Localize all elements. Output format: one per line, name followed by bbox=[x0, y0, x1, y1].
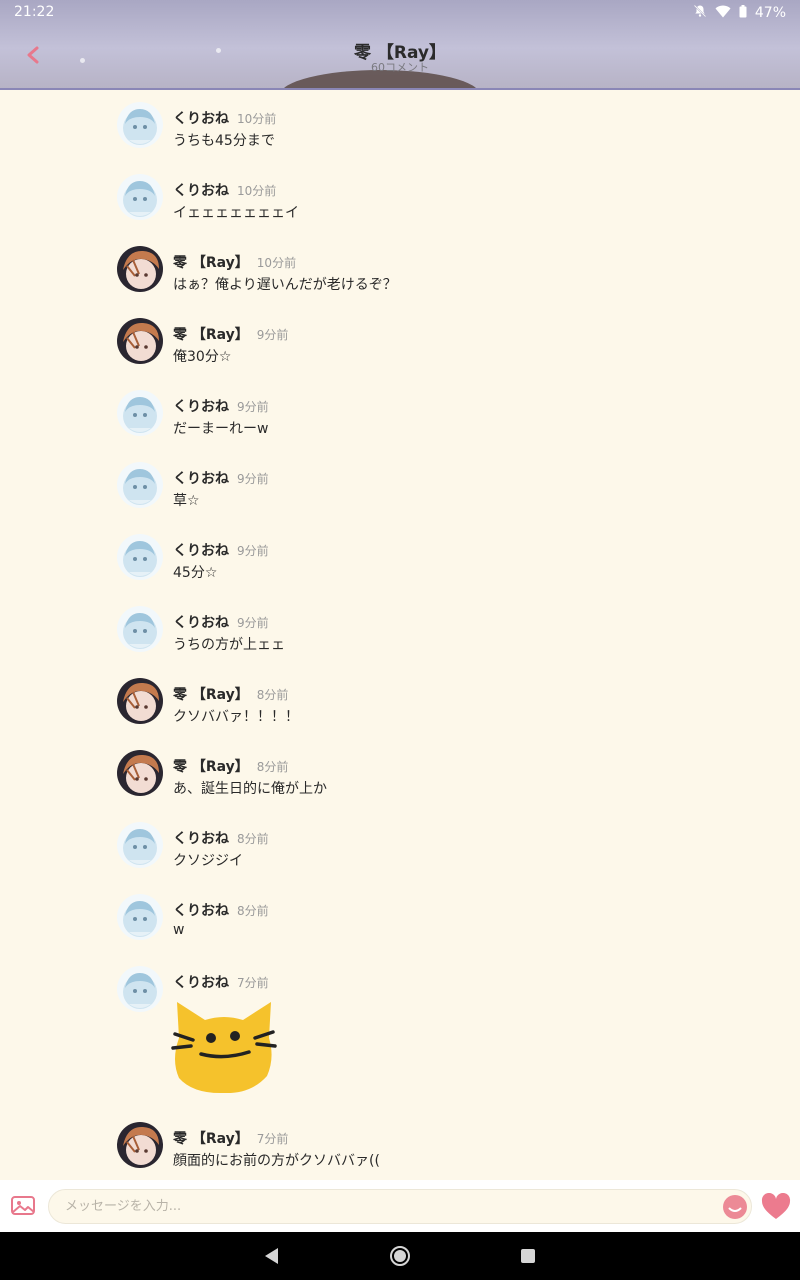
user-name[interactable]: くりおね bbox=[173, 111, 229, 127]
message-list[interactable]: くりおね 10分前 うちも45分まで くりおね 10分前 イェェェェェェェイ零 【Ray】… bbox=[0, 92, 800, 1180]
message-text: クソババァ！！！！ bbox=[173, 709, 299, 725]
message-time: 10分前 bbox=[237, 112, 277, 126]
nav-home-button[interactable] bbox=[389, 1245, 411, 1267]
user-name[interactable]: 零 【Ray】 bbox=[173, 759, 249, 775]
image-upload-button[interactable] bbox=[10, 1194, 38, 1218]
message-input[interactable] bbox=[48, 1189, 752, 1224]
like-button[interactable] bbox=[761, 1192, 791, 1221]
wifi-icon bbox=[715, 5, 731, 22]
status-time: 21:22 bbox=[14, 4, 55, 20]
message-header: くりおね 9分前 bbox=[173, 612, 269, 632]
system-nav-bar bbox=[0, 1232, 800, 1280]
user-name[interactable]: くりおね bbox=[173, 615, 229, 631]
message-header: くりおね 10分前 bbox=[173, 180, 276, 200]
image-icon bbox=[10, 1196, 38, 1222]
emoji-button[interactable] bbox=[722, 1194, 748, 1220]
message-header: くりおね 8分前 bbox=[173, 900, 269, 920]
user-name[interactable]: くりおね bbox=[173, 903, 229, 919]
user-name[interactable]: くりおね bbox=[173, 975, 229, 991]
message-text: 45分☆ bbox=[173, 565, 218, 581]
message-input-bar bbox=[0, 1180, 800, 1232]
message-header: 零 【Ray】 7分前 bbox=[173, 1128, 288, 1148]
user-name[interactable]: 零 【Ray】 bbox=[173, 1131, 249, 1147]
emoji-icon bbox=[722, 1195, 748, 1224]
avatar[interactable] bbox=[117, 678, 163, 724]
message-text: 草☆ bbox=[173, 493, 200, 509]
message-time: 10分前 bbox=[237, 184, 277, 198]
nav-back-icon bbox=[262, 1248, 280, 1270]
message-time: 8分前 bbox=[256, 760, 289, 774]
nav-recents-button[interactable] bbox=[520, 1248, 536, 1264]
avatar[interactable] bbox=[117, 462, 163, 508]
message-text: 顔面的にお前の方がクソババァ(( bbox=[173, 1153, 380, 1169]
nav-home-icon bbox=[389, 1246, 411, 1271]
message-time: 9分前 bbox=[256, 328, 289, 342]
message-time: 9分前 bbox=[237, 400, 269, 414]
message-time: 7分前 bbox=[237, 976, 269, 990]
message-header: くりおね 9分前 bbox=[173, 540, 269, 560]
avatar[interactable] bbox=[117, 966, 163, 1012]
user-name[interactable]: くりおね bbox=[173, 471, 229, 487]
message-time: 7分前 bbox=[256, 1132, 289, 1146]
message-time: 8分前 bbox=[237, 904, 269, 918]
user-name[interactable]: 零 【Ray】 bbox=[173, 327, 249, 343]
user-name[interactable]: くりおね bbox=[173, 183, 229, 199]
avatar[interactable] bbox=[117, 894, 163, 940]
message-header: 零 【Ray】 8分前 bbox=[173, 756, 288, 776]
message-time: 9分前 bbox=[237, 616, 269, 630]
message-header: くりおね 8分前 bbox=[173, 828, 269, 848]
message-header: くりおね 9分前 bbox=[173, 396, 269, 416]
nav-recents-icon bbox=[520, 1249, 536, 1268]
heart-icon bbox=[761, 1192, 791, 1225]
avatar[interactable] bbox=[117, 102, 163, 148]
battery-percent: 47% bbox=[754, 5, 786, 21]
message-text: はぁ？俺より遅いんだが老けるぞ？ bbox=[173, 277, 397, 293]
message-text: うちの方が上ェェ bbox=[173, 637, 285, 653]
message-time: 9分前 bbox=[237, 544, 269, 558]
comment-count: 60コメント bbox=[371, 61, 429, 74]
avatar[interactable] bbox=[117, 246, 163, 292]
message-text: うちも45分まで bbox=[173, 133, 275, 149]
avatar[interactable] bbox=[117, 822, 163, 868]
message-time: 9分前 bbox=[237, 472, 269, 486]
battery-icon bbox=[739, 4, 747, 22]
avatar[interactable] bbox=[117, 534, 163, 580]
notifications-off-icon bbox=[693, 4, 707, 22]
user-name[interactable]: 零 【Ray】 bbox=[173, 255, 249, 271]
avatar[interactable] bbox=[117, 606, 163, 652]
message-header: 零 【Ray】 9分前 bbox=[173, 324, 288, 344]
user-name[interactable]: くりおね bbox=[173, 543, 229, 559]
message-time: 8分前 bbox=[256, 688, 289, 702]
message-text: だーまーれーw bbox=[173, 421, 269, 437]
message-header: くりおね 7分前 bbox=[173, 972, 269, 992]
message-text: 俺30分☆ bbox=[173, 349, 232, 365]
avatar[interactable] bbox=[117, 318, 163, 364]
message-text: イェェェェェェェイ bbox=[173, 205, 299, 221]
message-time: 8分前 bbox=[237, 832, 269, 846]
user-name[interactable]: くりおね bbox=[173, 831, 229, 847]
user-name[interactable]: 零 【Ray】 bbox=[173, 687, 249, 703]
avatar[interactable] bbox=[117, 1122, 163, 1168]
avatar[interactable] bbox=[117, 750, 163, 796]
message-text: クソジジイ bbox=[173, 853, 243, 869]
avatar[interactable] bbox=[117, 174, 163, 220]
message-header: 零 【Ray】 8分前 bbox=[173, 684, 288, 704]
message-text: w bbox=[173, 922, 185, 938]
message-header: くりおね 10分前 bbox=[173, 108, 276, 128]
nav-back-button[interactable] bbox=[262, 1246, 280, 1266]
cat-face-sticker bbox=[171, 998, 277, 1094]
message-text: あ、誕生日的に俺が上か bbox=[173, 781, 327, 797]
message-header: くりおね 9分前 bbox=[173, 468, 269, 488]
message-time: 10分前 bbox=[256, 256, 297, 270]
user-name[interactable]: くりおね bbox=[173, 399, 229, 415]
chat-header: 21:22 47% 零 【Ray】 60コメント bbox=[0, 0, 800, 90]
message-header: 零 【Ray】 10分前 bbox=[173, 252, 296, 272]
avatar[interactable] bbox=[117, 390, 163, 436]
status-bar: 21:22 47% bbox=[14, 4, 786, 22]
